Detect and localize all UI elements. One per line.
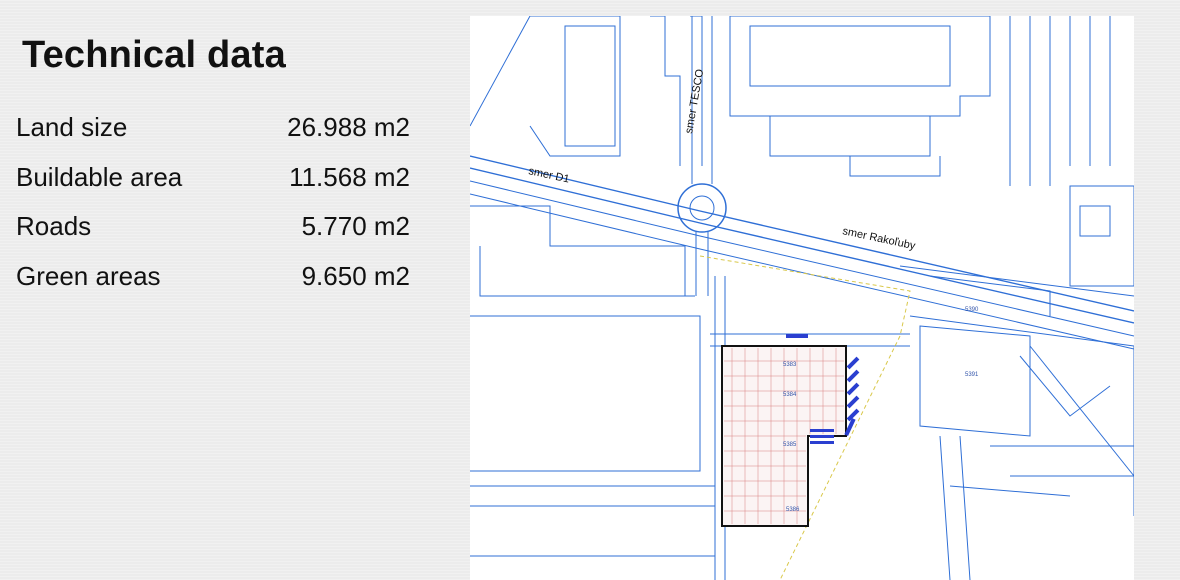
land-size-value: 26.988 m2 <box>287 112 410 142</box>
data-row-buildable-area: Buildable area 11.568 m2 <box>16 162 410 196</box>
buildable-area-value: 11.568 m2 <box>289 162 410 192</box>
main-road <box>470 155 1134 312</box>
roads-value: 5.770 m2 <box>301 211 410 241</box>
parcel-label: 5385 <box>783 442 797 448</box>
data-row-roads: Roads 5.770 m2 <box>16 211 410 245</box>
parcel-label: 5384 <box>783 392 797 398</box>
road-label-rakolubby: smer Rakoľuby <box>841 225 916 252</box>
buildable-area-label: Buildable area <box>16 162 183 192</box>
green-areas-value: 9.650 m2 <box>301 261 410 291</box>
parcel-label: 5390 <box>965 307 979 313</box>
page-title: Technical data <box>22 34 286 76</box>
data-row-land-size: Land size 26.988 m2 <box>16 112 410 146</box>
building-outline <box>470 315 701 472</box>
parcel-label: 5386 <box>786 507 800 513</box>
roads-label: Roads <box>16 211 92 241</box>
site-plan-map: 5383 5384 5385 5386 5390 5391 smer TESCO… <box>470 16 1134 580</box>
data-row-green-areas: Green areas 9.650 m2 <box>16 261 410 295</box>
green-areas-label: Green areas <box>16 261 161 291</box>
building-outline <box>729 16 991 117</box>
land-size-label: Land size <box>16 112 128 142</box>
road-label-tesco: smer TESCO <box>683 68 706 135</box>
site-plan-drawing: 5383 5384 5385 5386 5390 5391 smer TESCO… <box>470 16 1134 580</box>
parcel-label: 5383 <box>783 362 797 368</box>
building-outline <box>470 16 621 157</box>
road-label-d1: smer D1 <box>527 165 570 185</box>
parcel-5391 <box>919 325 1031 437</box>
parcel-label: 5391 <box>965 372 979 378</box>
